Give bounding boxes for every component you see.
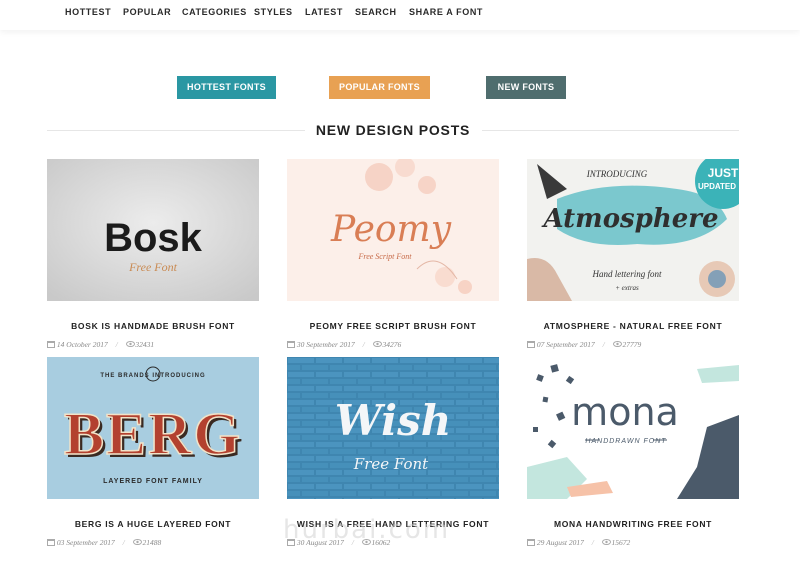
section-title: NEW DESIGN POSTS xyxy=(315,122,471,138)
calendar-icon xyxy=(287,538,295,547)
popular-fonts-button[interactable]: POPULAR FONTS xyxy=(329,76,430,99)
art-sub: HANDDRAWN FONT xyxy=(585,438,666,445)
art-sub2: + extras xyxy=(615,284,639,292)
section-divider-right xyxy=(482,130,739,131)
eye-icon xyxy=(372,340,382,348)
post-views: 34276 xyxy=(382,339,402,349)
hottest-fonts-button[interactable]: HOTTEST FONTS xyxy=(177,76,276,99)
post-meta: 14 October 2017 / 32431 xyxy=(47,339,154,349)
art-word: Bosk xyxy=(104,216,203,260)
art-word: mona xyxy=(571,390,679,434)
section-divider-left xyxy=(47,130,305,131)
art-sub: Free Script Font xyxy=(357,252,412,261)
post-thumbnail[interactable]: Wish Free Font xyxy=(287,357,499,499)
post-meta: 30 September 2017 / 34276 xyxy=(287,339,401,349)
post-date: 29 August 2017 xyxy=(536,537,584,547)
nav-popular[interactable]: POPULAR xyxy=(123,7,171,17)
nav-styles[interactable]: STYLES xyxy=(254,7,293,17)
post-date: 30 September 2017 xyxy=(296,339,355,349)
art-sub: Free Font xyxy=(128,260,178,274)
nav-categories[interactable]: CATEGORIES xyxy=(182,7,247,17)
eye-icon xyxy=(612,340,622,348)
top-nav: HOTTEST POPULAR CATEGORIES STYLES LATEST… xyxy=(0,0,800,30)
post-meta: 07 September 2017 / 27779 xyxy=(527,339,641,349)
post-date: 30 August 2017 xyxy=(296,537,344,547)
art-sub: Free Font xyxy=(353,455,429,473)
post-thumbnail[interactable]: THE BRANDS INTRODUCING BERG BERG LAYERED… xyxy=(47,357,259,499)
art-top: INTRODUCING xyxy=(586,169,648,179)
post-title[interactable]: BERG IS A HUGE LAYERED FONT xyxy=(33,519,273,529)
badge-just: JUST xyxy=(708,166,739,180)
eye-icon xyxy=(132,538,142,546)
calendar-icon xyxy=(47,538,55,547)
post-views: 27779 xyxy=(622,339,642,349)
nav-share-a-font[interactable]: SHARE A FONT xyxy=(409,7,483,17)
post-thumbnail[interactable]: Peomy Free Script Font xyxy=(287,159,499,301)
nav-hottest[interactable]: HOTTEST xyxy=(65,7,111,17)
eye-icon xyxy=(361,538,371,546)
post-date: 03 September 2017 xyxy=(56,537,115,547)
art-word: Peomy xyxy=(330,209,452,250)
post-title[interactable]: WISH IS A FREE HAND LETTERING FONT xyxy=(273,519,513,529)
post-meta: 03 September 2017 / 21488 xyxy=(47,537,161,547)
art-top: THE BRANDS INTRODUCING xyxy=(100,373,205,379)
post-meta: 29 August 2017 / 15672 xyxy=(527,537,630,547)
eye-icon xyxy=(125,340,135,348)
calendar-icon xyxy=(47,340,55,349)
art-word: Atmosphere xyxy=(540,204,718,234)
calendar-icon xyxy=(287,340,295,349)
post-title[interactable]: MONA HANDWRITING FREE FONT xyxy=(513,519,753,529)
post-views: 16062 xyxy=(371,537,391,547)
nav-search[interactable]: SEARCH xyxy=(355,7,397,17)
calendar-icon xyxy=(527,538,535,547)
nav-latest[interactable]: LATEST xyxy=(305,7,343,17)
post-thumbnail[interactable]: Bosk Free Font xyxy=(47,159,259,301)
post-thumbnail[interactable]: INTRODUCING Atmosphere Hand lettering fo… xyxy=(527,159,739,301)
post-meta: 30 August 2017 / 16062 xyxy=(287,537,390,547)
art-word: Wish xyxy=(335,396,452,445)
badge-updated: UPDATED xyxy=(698,182,736,191)
post-date: 14 October 2017 xyxy=(56,339,108,349)
new-fonts-button[interactable]: NEW FONTS xyxy=(486,76,566,99)
art-sub: Hand lettering font xyxy=(592,269,662,279)
post-thumbnail[interactable]: mona HANDDRAWN FONT xyxy=(527,357,739,499)
calendar-icon xyxy=(527,340,535,349)
post-views: 21488 xyxy=(142,537,162,547)
art-sub: LAYERED FONT FAMILY xyxy=(103,478,203,485)
post-views: 15672 xyxy=(611,537,631,547)
post-title[interactable]: ATMOSPHERE - NATURAL FREE FONT xyxy=(513,321,753,331)
post-title[interactable]: PEOMY FREE SCRIPT BRUSH FONT xyxy=(273,321,513,331)
post-date: 07 September 2017 xyxy=(536,339,595,349)
post-title[interactable]: BOSK IS HANDMADE BRUSH FONT xyxy=(33,321,273,331)
eye-icon xyxy=(601,538,611,546)
post-views: 32431 xyxy=(135,339,155,349)
art-word: BERG xyxy=(64,401,242,467)
